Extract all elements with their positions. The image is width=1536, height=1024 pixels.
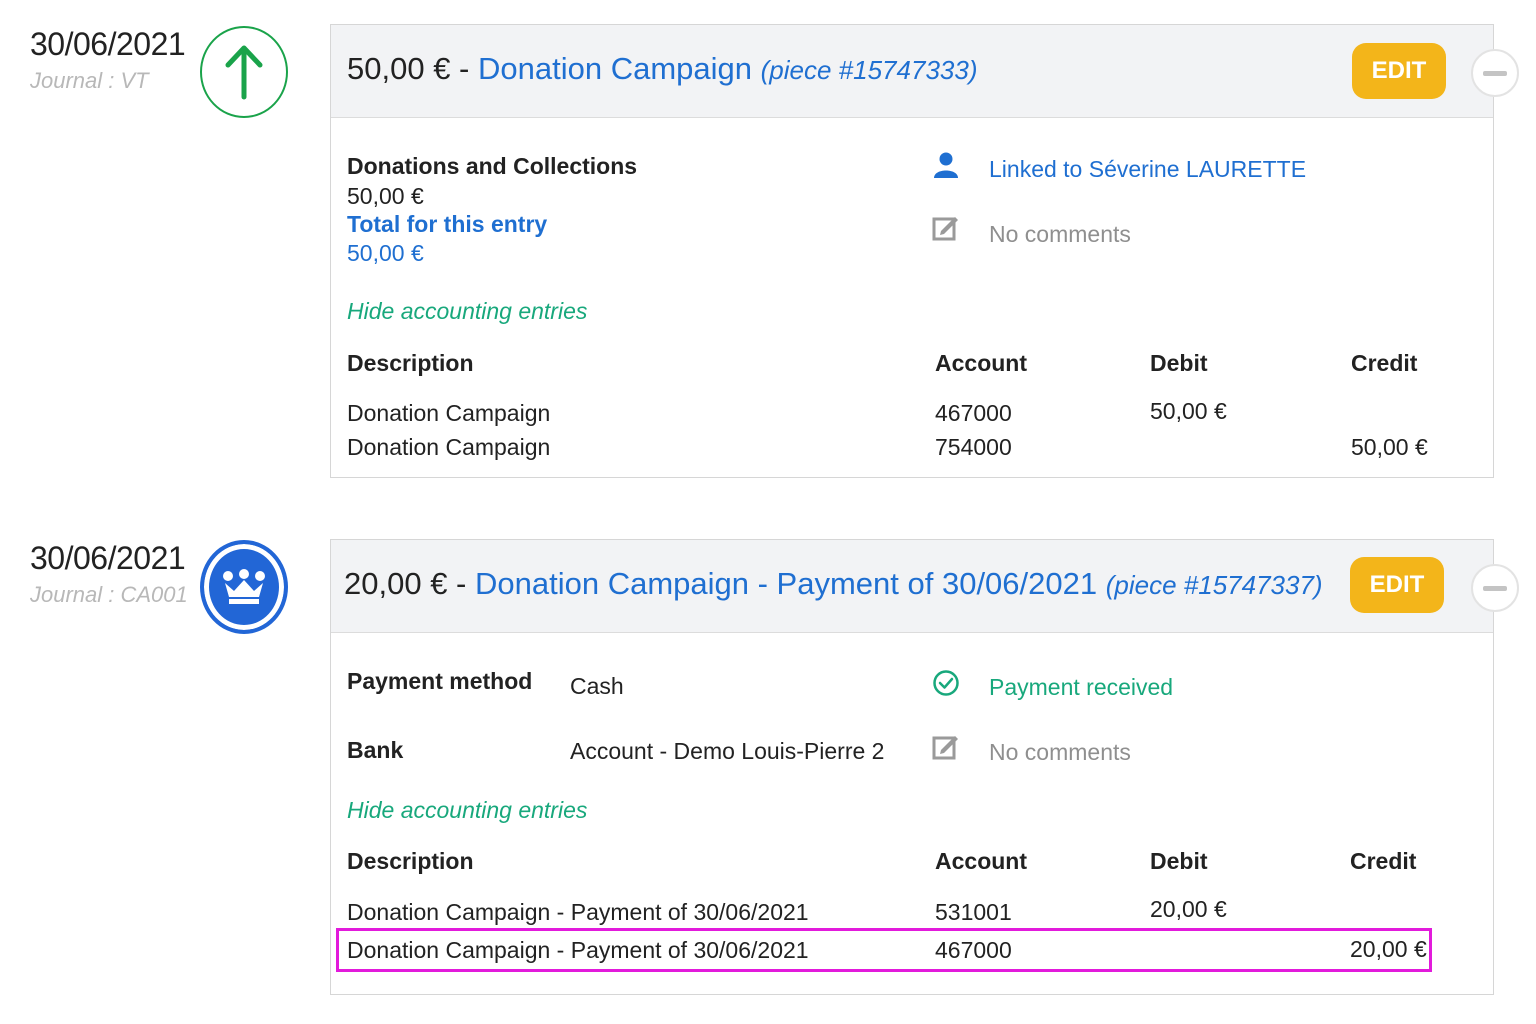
hide-accounting-entries-link[interactable]: Hide accounting entries [347, 298, 587, 325]
entry-header: 50,00 € - Donation Campaign (piece #1574… [331, 25, 1493, 118]
total-amount: 50,00 € [347, 240, 424, 266]
row-description: Donation Campaign - Payment of 30/06/202… [347, 899, 809, 925]
edit-button[interactable]: EDIT [1352, 43, 1446, 99]
entry-date: 30/06/2021 [30, 26, 186, 62]
entry-title-link[interactable]: Donation Campaign [478, 51, 752, 86]
entry-card: 50,00 € - Donation Campaign (piece #1574… [330, 24, 1494, 478]
comments-text: No comments [989, 221, 1131, 247]
column-debit: Debit [1150, 350, 1208, 376]
title-separator: - [447, 566, 475, 601]
entry-piece[interactable]: (piece #15747333) [761, 55, 978, 85]
entry-date: 30/06/2021 [30, 540, 186, 576]
bank-label: Bank [347, 737, 404, 763]
arrow-up-icon [200, 26, 288, 118]
edit-button[interactable]: EDIT [1350, 557, 1444, 613]
row-debit: 50,00 € [1150, 398, 1227, 424]
check-circle-icon [932, 669, 960, 702]
payment-status: Payment received [989, 674, 1174, 700]
minus-icon [1483, 585, 1507, 591]
collapse-button[interactable] [1471, 49, 1519, 97]
user-icon [933, 151, 959, 184]
column-description: Description [347, 350, 474, 376]
highlighted-row-outline [336, 928, 1432, 972]
total-label: Total for this entry [347, 211, 548, 237]
column-credit: Credit [1351, 350, 1418, 376]
comment-edit-icon[interactable] [932, 214, 960, 247]
entry-header: 20,00 € - Donation Campaign - Payment of… [331, 540, 1493, 633]
column-debit: Debit [1150, 848, 1208, 874]
entry-amount: 20,00 € [344, 566, 448, 601]
entry-piece[interactable]: (piece #15747337) [1106, 570, 1323, 600]
collapse-button[interactable] [1471, 564, 1519, 612]
bank-value: Account - Demo Louis-Pierre 2 [570, 738, 885, 764]
row-description: Donation Campaign [347, 434, 551, 460]
entry-journal: Journal : VT [30, 68, 149, 93]
hide-accounting-entries-link[interactable]: Hide accounting entries [347, 797, 587, 824]
row-account: 531001 [935, 899, 1012, 925]
category-amount: 50,00 € [347, 183, 424, 209]
column-account: Account [935, 848, 1027, 874]
row-account: 754000 [935, 434, 1012, 460]
category-label: Donations and Collections [347, 153, 638, 179]
column-credit: Credit [1350, 848, 1417, 874]
minus-icon [1483, 70, 1507, 76]
title-separator: - [450, 51, 478, 86]
entry-title[interactable]: 20,00 € - Donation Campaign - Payment of… [344, 566, 1323, 602]
linked-user-link[interactable]: Linked to Séverine LAURETTE [989, 156, 1306, 183]
row-debit: 20,00 € [1150, 896, 1227, 922]
row-credit: 50,00 € [1351, 434, 1428, 460]
column-account: Account [935, 350, 1027, 376]
payment-method-value: Cash [570, 673, 624, 699]
column-description: Description [347, 848, 474, 874]
entry-journal: Journal : CA001 [30, 582, 188, 607]
entry-title-link[interactable]: Donation Campaign - Payment of 30/06/202… [475, 566, 1097, 601]
crown-icon [200, 540, 288, 634]
entry-card: 20,00 € - Donation Campaign - Payment of… [330, 539, 1494, 995]
entry-title[interactable]: 50,00 € - Donation Campaign (piece #1574… [347, 51, 977, 87]
payment-method-label: Payment method [347, 668, 533, 694]
row-description: Donation Campaign [347, 400, 551, 426]
row-account: 467000 [935, 400, 1012, 426]
comment-edit-icon[interactable] [932, 733, 960, 766]
comments-text: No comments [989, 739, 1131, 765]
entry-amount: 50,00 € [347, 51, 451, 86]
